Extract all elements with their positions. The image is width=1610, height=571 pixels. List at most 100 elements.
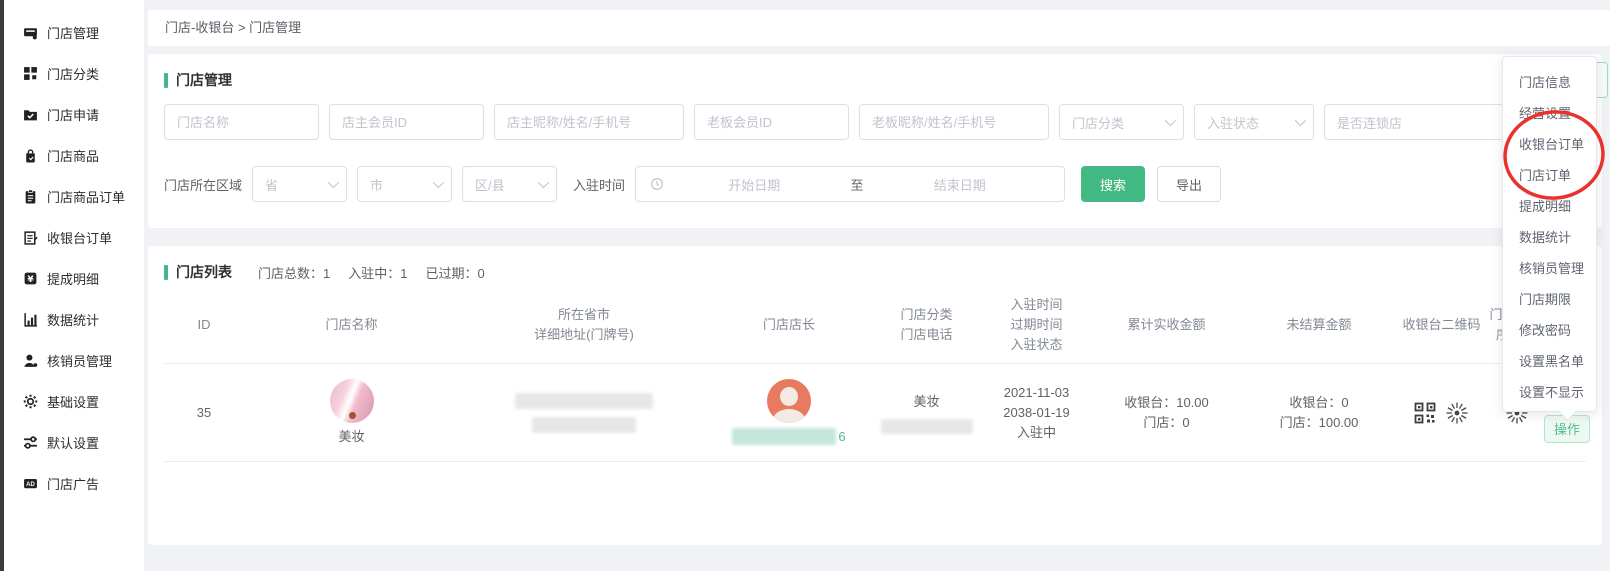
clipboard-icon xyxy=(22,189,38,205)
menu-item-set-blacklist[interactable]: 设置黑名单 xyxy=(1503,346,1596,377)
owner-name-phone-input[interactable] xyxy=(494,104,684,140)
menu-item-store-info[interactable]: 门店信息 xyxy=(1503,67,1596,98)
sidebar-item-commission-details[interactable]: ¥ 提成明细 xyxy=(4,258,144,299)
sidebar-item-label: 基础设置 xyxy=(47,392,99,411)
unsettled-store: 门店：100.00 xyxy=(1244,413,1394,433)
ad-icon: AD xyxy=(22,476,38,492)
settle-time-label: 入驻时间 xyxy=(573,175,625,194)
chevron-down-icon xyxy=(433,177,444,188)
sidebar-item-label: 提成明细 xyxy=(47,269,99,288)
grid-icon xyxy=(22,66,38,82)
join-date: 2021-11-03 xyxy=(984,383,1089,403)
store-management-panel: 门店管理 门店分类 入驻状态 是否连锁店 门店所在区域 省 市 区 xyxy=(148,54,1602,228)
received-cashier: 收银台：10.00 xyxy=(1089,393,1244,413)
province-select[interactable]: 省 xyxy=(252,166,347,202)
export-button[interactable]: 导出 xyxy=(1157,166,1221,202)
bag-icon xyxy=(22,148,38,164)
owner-member-id-input[interactable] xyxy=(329,104,484,140)
green-bar xyxy=(164,73,168,88)
category-text: 美妆 xyxy=(913,392,939,412)
search-button[interactable]: 搜索 xyxy=(1081,166,1145,202)
qr-code-icon[interactable] xyxy=(1414,402,1436,424)
select-placeholder: 省 xyxy=(265,175,278,194)
boss-member-id-input[interactable] xyxy=(694,104,849,140)
chevron-down-icon xyxy=(328,177,339,188)
col-header-manager: 门店店长 xyxy=(709,315,869,335)
redacted-manager-name xyxy=(732,428,836,445)
left-scrollbar[interactable] xyxy=(0,0,4,571)
received-store: 门店：0 xyxy=(1089,413,1244,433)
col-header-dates: 入驻时间过期时间入驻状态 xyxy=(984,295,1089,355)
table-header-row: ID 门店名称 所在省市详细地址(门牌号) 门店店长 门店分类门店电话 入驻时间… xyxy=(164,286,1586,364)
cell-id: 35 xyxy=(164,403,244,423)
end-date-placeholder: 结束日期 xyxy=(870,175,1051,194)
city-select[interactable]: 市 xyxy=(357,166,452,202)
sidebar-item-store-category[interactable]: 门店分类 xyxy=(4,53,144,94)
sidebar-item-store-goods-orders[interactable]: 门店商品订单 xyxy=(4,176,144,217)
stat-active: 入驻中：1 xyxy=(348,263,407,282)
sidebar-item-store-management[interactable]: 门店管理 xyxy=(4,12,144,53)
gear-icon xyxy=(22,394,38,410)
cell-dates: 2021-11-03 2038-01-19 入驻中 xyxy=(984,383,1089,443)
select-placeholder: 门店分类 xyxy=(1072,113,1124,132)
sidebar-item-store-application[interactable]: 门店申请 xyxy=(4,94,144,135)
cell-received: 收银台：10.00 门店：0 xyxy=(1089,393,1244,433)
list-title-text: 门店列表 xyxy=(176,262,232,282)
yen-icon: ¥ xyxy=(22,271,38,287)
col-header-address: 所在省市详细地址(门牌号) xyxy=(459,305,709,345)
sidebar-item-label: 收银台订单 xyxy=(47,228,112,247)
panel-title-text: 门店管理 xyxy=(176,70,232,90)
menu-item-commission-details[interactable]: 提成明细 xyxy=(1503,191,1596,222)
select-placeholder: 市 xyxy=(370,175,383,194)
store-name-text: 美妆 xyxy=(338,427,364,447)
settle-status-select[interactable]: 入驻状态 xyxy=(1194,104,1314,140)
cell-address xyxy=(459,393,709,433)
select-placeholder: 是否连锁店 xyxy=(1337,113,1402,132)
clock-icon xyxy=(650,177,664,191)
breadcrumb: 门店-收银台 > 门店管理 xyxy=(148,10,1610,46)
store-list-panel: 门店列表 门店总数：1 入驻中：1 已过期：0 ID 门店名称 所在省市详细地址… xyxy=(148,246,1602,545)
list-stats: 门店总数：1 入驻中：1 已过期：0 xyxy=(258,263,503,282)
settle-status: 入驻中 xyxy=(984,423,1089,443)
menu-item-set-hidden[interactable]: 设置不显示 xyxy=(1503,377,1596,408)
menu-item-cashier-orders[interactable]: 收银台订单 xyxy=(1503,129,1596,160)
menu-item-business-settings[interactable]: 经营设置 xyxy=(1503,98,1596,129)
chevron-down-icon xyxy=(1165,115,1176,126)
receipt-icon xyxy=(22,230,38,246)
redacted-address-line2 xyxy=(532,417,636,433)
sidebar-item-verifier-management[interactable]: 核销员管理 xyxy=(4,340,144,381)
sidebar-item-basic-settings[interactable]: 基础设置 xyxy=(4,381,144,422)
store-category-select[interactable]: 门店分类 xyxy=(1059,104,1184,140)
cell-manager: 6 xyxy=(709,379,869,447)
col-header-received: 累计实收金额 xyxy=(1089,315,1244,335)
sidebar-item-label: 数据统计 xyxy=(47,310,99,329)
expire-date: 2038-01-19 xyxy=(984,403,1089,423)
manager-avatar xyxy=(767,379,811,423)
storefront-icon xyxy=(22,25,38,41)
mini-program-code-icon[interactable] xyxy=(1445,401,1469,425)
store-name-input[interactable] xyxy=(164,104,319,140)
boss-name-phone-input[interactable] xyxy=(859,104,1049,140)
sidebar-item-cashier-orders[interactable]: 收银台订单 xyxy=(4,217,144,258)
date-separator: 至 xyxy=(845,175,870,194)
sidebar-item-label: 门店商品订单 xyxy=(47,187,125,206)
sidebar-item-store-goods[interactable]: 门店商品 xyxy=(4,135,144,176)
menu-item-store-term[interactable]: 门店期限 xyxy=(1503,284,1596,315)
menu-item-data-statistics[interactable]: 数据统计 xyxy=(1503,222,1596,253)
menu-item-store-orders[interactable]: 门店订单 xyxy=(1503,160,1596,191)
svg-text:AD: AD xyxy=(26,482,35,488)
menu-item-verifier-management[interactable]: 核销员管理 xyxy=(1503,253,1596,284)
col-header-unsettled: 未结算金额 xyxy=(1244,315,1394,335)
col-header-store-name: 门店名称 xyxy=(244,315,459,335)
sidebar-item-default-settings[interactable]: 默认设置 xyxy=(4,422,144,463)
col-header-category-phone: 门店分类门店电话 xyxy=(869,305,984,345)
select-placeholder: 入驻状态 xyxy=(1207,113,1259,132)
sidebar-item-data-statistics[interactable]: 数据统计 xyxy=(4,299,144,340)
sidebar-item-label: 门店管理 xyxy=(47,23,99,42)
stat-total: 门店总数：1 xyxy=(258,263,330,282)
cell-category-phone: 美妆 xyxy=(869,392,984,434)
district-select[interactable]: 区/县 xyxy=(462,166,557,202)
sidebar-item-store-ads[interactable]: AD 门店广告 xyxy=(4,463,144,504)
menu-item-change-password[interactable]: 修改密码 xyxy=(1503,315,1596,346)
date-range-picker[interactable]: 开始日期 至 结束日期 xyxy=(635,166,1065,202)
